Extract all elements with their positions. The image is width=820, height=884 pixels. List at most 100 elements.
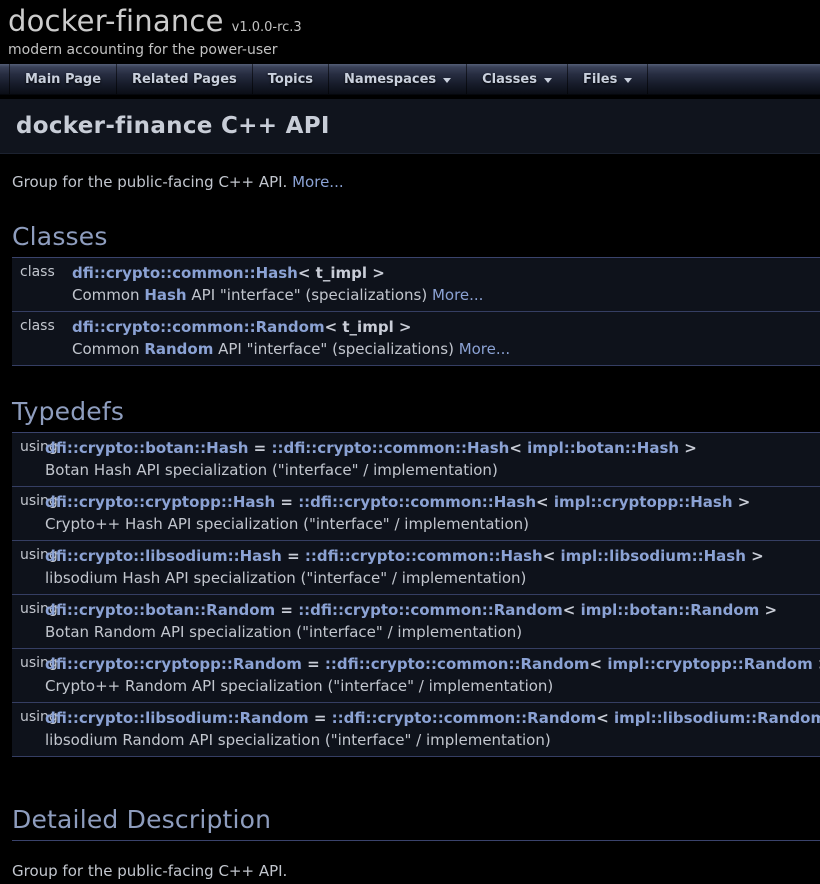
nav-tab-label: Classes (482, 72, 537, 87)
member-description: Common Hash API "interface" (specializat… (72, 284, 820, 306)
text-segment: > (813, 655, 820, 673)
intro-text: Group for the public-facing C++ API. (12, 173, 287, 191)
member-description: Common Random API "interface" (specializ… (72, 338, 820, 360)
text-segment: Crypto++ Random API specialization ("int… (45, 677, 553, 695)
member-link[interactable]: More... (459, 340, 511, 358)
member-declaration: dfi::crypto::botan::Random = ::dfi::cryp… (45, 599, 820, 621)
member-link[interactable]: dfi::crypto::botan::Random (45, 601, 275, 619)
member-declaration: dfi::crypto::common::Random< t_impl > (72, 316, 820, 338)
page-title-band: docker-finance C++ API (0, 99, 820, 154)
chevron-down-icon (624, 78, 632, 83)
member-link[interactable]: ::dfi::crypto::common::Hash (271, 439, 509, 457)
project-version: v1.0.0-rc.3 (232, 20, 302, 35)
member-description: libsodium Random API specialization ("in… (45, 729, 820, 751)
member-link[interactable]: dfi::crypto::common::Random (72, 318, 325, 336)
nav-tab-label: Related Pages (132, 72, 237, 87)
intro-paragraph: Group for the public-facing C++ API. Mor… (12, 173, 820, 191)
nav-tab-classes[interactable]: Classes (466, 64, 567, 94)
member-link[interactable]: dfi::crypto::botan::Hash (45, 439, 248, 457)
chevron-down-icon (443, 78, 451, 83)
text-segment: > (746, 547, 764, 565)
typedef-row: usingdfi::crypto::cryptopp::Hash = ::dfi… (12, 487, 820, 541)
member-link[interactable]: ::dfi::crypto::common::Hash (305, 547, 543, 565)
member-keyword: using (12, 599, 45, 643)
member-link[interactable]: impl::botan::Hash (527, 439, 679, 457)
member-declaration: dfi::crypto::common::Hash< t_impl > (72, 262, 820, 284)
more-link[interactable]: More... (292, 173, 344, 191)
project-name: docker-finance (8, 4, 224, 38)
text-segment: Common (72, 286, 144, 304)
member-link[interactable]: impl::cryptopp::Random (607, 655, 812, 673)
text-segment: < (590, 655, 608, 673)
nav-tab-namespaces[interactable]: Namespaces (328, 64, 466, 94)
member-link[interactable]: dfi::crypto::libsodium::Random (45, 709, 309, 727)
member-keyword: using (12, 545, 45, 589)
section-heading-detailed-description: Detailed Description (12, 805, 820, 841)
nav-tab-label: Topics (268, 72, 313, 87)
nav-tab-related-pages[interactable]: Related Pages (116, 64, 252, 94)
member-link[interactable]: Hash (144, 286, 186, 304)
typedef-row: usingdfi::crypto::botan::Hash = ::dfi::c… (12, 433, 820, 487)
member-link[interactable]: ::dfi::crypto::common::Random (332, 709, 597, 727)
typedef-row: usingdfi::crypto::botan::Random = ::dfi:… (12, 595, 820, 649)
member-content: dfi::crypto::cryptopp::Hash = ::dfi::cry… (45, 491, 820, 535)
project-brief: modern accounting for the power-user (8, 42, 820, 58)
class-row: classdfi::crypto::common::Hash< t_impl >… (12, 258, 820, 312)
main-navbar: Main Page Related Pages Topics Namespace… (0, 64, 820, 95)
member-link[interactable]: More... (432, 286, 484, 304)
member-content: dfi::crypto::botan::Hash = ::dfi::crypto… (45, 437, 820, 481)
member-link[interactable]: impl::libsodium::Random (614, 709, 820, 727)
text-segment: Botan Random API specialization ("interf… (45, 623, 522, 641)
member-content: dfi::crypto::libsodium::Random = ::dfi::… (45, 707, 820, 751)
member-link[interactable]: dfi::crypto::common::Hash (72, 264, 298, 282)
text-segment: libsodium Hash API specialization ("inte… (45, 569, 526, 587)
text-segment: < (543, 547, 561, 565)
section-heading-typedefs: Typedefs (12, 397, 820, 433)
member-link[interactable]: impl::cryptopp::Hash (554, 493, 733, 511)
nav-tab-main-page[interactable]: Main Page (9, 64, 116, 94)
detailed-paragraph: Group for the public-facing C++ API. (12, 862, 820, 880)
member-declaration: dfi::crypto::botan::Hash = ::dfi::crypto… (45, 437, 820, 459)
typedefs-table: using dfi::crypto::botan::Hash = ::dfi::c… (12, 433, 820, 757)
member-content: dfi::crypto::cryptopp::Random = ::dfi::c… (45, 653, 820, 697)
text-segment: Crypto++ Hash API specialization ("inter… (45, 515, 529, 533)
member-content: dfi::crypto::botan::Random = ::dfi::cryp… (45, 599, 820, 643)
text-segment: API "interface" (specializations) (213, 340, 458, 358)
member-link[interactable]: Random (144, 340, 213, 358)
page-contents: Group for the public-facing C++ API. Mor… (0, 173, 820, 884)
text-segment: = (282, 547, 305, 565)
member-declaration: dfi::crypto::cryptopp::Random = ::dfi::c… (45, 653, 820, 675)
nav-tab-label: Files (583, 72, 617, 87)
member-link[interactable]: ::dfi::crypto::common::Random (325, 655, 590, 673)
nav-tab-topics[interactable]: Topics (252, 64, 328, 94)
member-description: Crypto++ Random API specialization ("int… (45, 675, 820, 697)
member-link[interactable]: impl::botan::Random (581, 601, 760, 619)
member-link[interactable]: dfi::crypto::libsodium::Hash (45, 547, 282, 565)
text-segment: < (509, 439, 527, 457)
member-keyword: class (12, 262, 72, 306)
member-declaration: dfi::crypto::libsodium::Hash = ::dfi::cr… (45, 545, 820, 567)
member-description: Botan Random API specialization ("interf… (45, 621, 820, 643)
member-description: Botan Hash API specialization ("interfac… (45, 459, 820, 481)
member-content: dfi::crypto::common::Random< t_impl >Com… (72, 316, 820, 360)
member-link[interactable]: dfi::crypto::cryptopp::Random (45, 655, 302, 673)
text-segment: < (596, 709, 614, 727)
member-link[interactable]: dfi::crypto::cryptopp::Hash (45, 493, 275, 511)
member-link[interactable]: ::dfi::crypto::common::Random (298, 601, 563, 619)
member-keyword: using (12, 653, 45, 697)
nav-tab-files[interactable]: Files (567, 64, 648, 94)
member-keyword: class (12, 316, 72, 360)
nav-tab-label: Namespaces (344, 72, 436, 87)
section-heading-classes: Classes (12, 222, 820, 258)
text-segment: = (309, 709, 332, 727)
member-link[interactable]: impl::libsodium::Hash (561, 547, 746, 565)
text-segment: Common (72, 340, 144, 358)
member-keyword: using (12, 707, 45, 751)
member-link[interactable]: ::dfi::crypto::common::Hash (298, 493, 536, 511)
member-keyword: using (12, 491, 45, 535)
nav-tab-label: Main Page (25, 72, 101, 87)
text-segment: < (536, 493, 554, 511)
text-segment: = (248, 439, 271, 457)
typedef-row: usingdfi::crypto::libsodium::Random = ::… (12, 703, 820, 757)
member-declaration: dfi::crypto::libsodium::Random = ::dfi::… (45, 707, 820, 729)
